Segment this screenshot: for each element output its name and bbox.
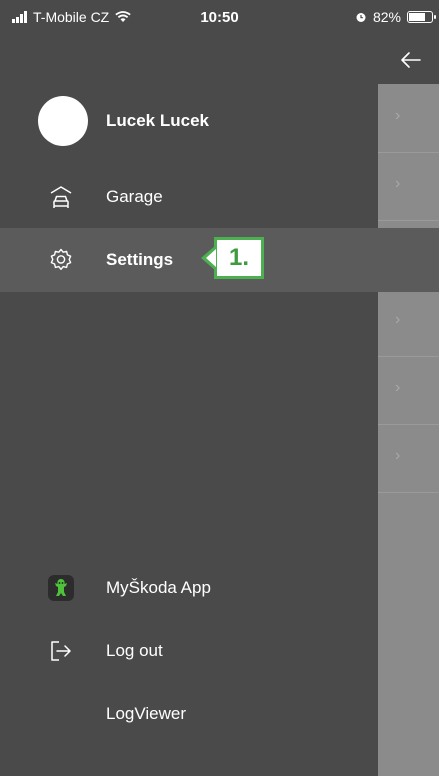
chevron-right-icon: › — [395, 175, 401, 192]
menu-item-garage[interactable]: Garage — [0, 165, 378, 229]
menu-item-logout[interactable]: Log out — [0, 619, 378, 683]
gear-icon — [50, 248, 72, 270]
logout-icon — [51, 641, 71, 661]
menu-item-label: MyŠkoda App — [106, 578, 211, 597]
avatar — [38, 96, 88, 146]
battery-fill — [409, 13, 425, 21]
chevron-right-icon: › — [395, 311, 401, 328]
chevron-right-icon: › — [395, 107, 401, 124]
profile-header[interactable]: Lucek Lucek — [38, 96, 209, 146]
myskoda-app-icon — [48, 575, 74, 601]
menu-item-label: Log out — [106, 641, 163, 660]
status-bar: T-Mobile CZ 10:50 82% — [0, 0, 439, 36]
menu-item-myskoda-app[interactable]: MyŠkoda App — [0, 556, 378, 620]
battery-icon — [407, 11, 436, 23]
status-right: 82% — [355, 9, 436, 25]
profile-name: Lucek Lucek — [106, 111, 209, 130]
callout-arrow-inner — [206, 249, 216, 267]
app-frame: › › › › › › T-Mobile CZ 10:50 82% — [0, 0, 439, 776]
menu-item-logviewer[interactable]: LogViewer — [0, 682, 378, 746]
alarm-icon — [356, 13, 366, 22]
car-garage-icon — [50, 186, 72, 208]
chevron-right-icon: › — [395, 379, 401, 396]
chevron-right-icon: › — [395, 447, 401, 464]
menu-item-label: Settings — [106, 250, 174, 269]
arrow-left-icon[interactable] — [399, 48, 423, 72]
menu-item-label: LogViewer — [106, 704, 187, 723]
battery-percent: 82% — [372, 9, 401, 25]
menu-item-label: Garage — [106, 187, 163, 206]
annotation-callout: 1. — [214, 237, 264, 279]
